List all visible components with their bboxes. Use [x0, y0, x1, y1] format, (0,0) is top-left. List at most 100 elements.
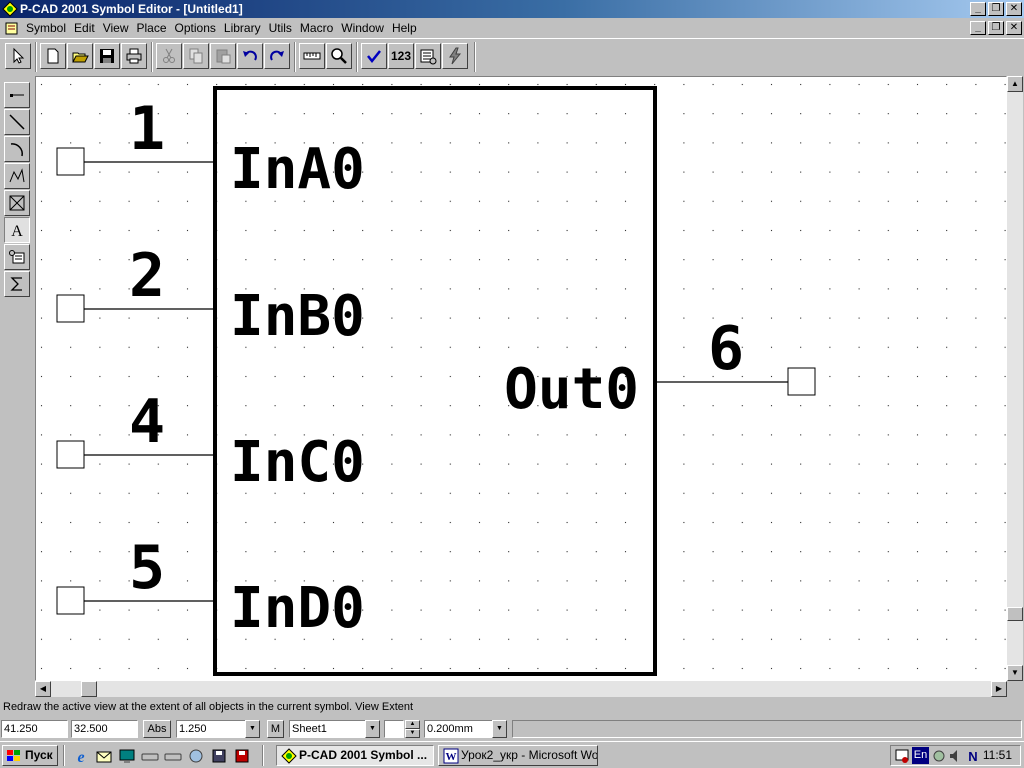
undo-button[interactable] [237, 43, 263, 69]
task-word-label: Урок2_укр - Microsoft Word [461, 748, 598, 762]
document-icon[interactable] [4, 20, 20, 36]
menu-options[interactable]: Options [171, 20, 220, 36]
menu-place[interactable]: Place [133, 20, 171, 36]
scroll-right-button[interactable]: ▶ [991, 681, 1007, 697]
place-polygon-icon [9, 168, 25, 183]
scroll-up-button[interactable]: ▲ [1007, 76, 1023, 92]
pin-5-endpoint[interactable] [56, 586, 85, 615]
drawing-canvas[interactable]: 1 InA0 2 InB0 4 InC0 5 InD0 6 Out0 [35, 76, 1007, 681]
place-arc-button[interactable] [4, 136, 30, 162]
place-attribute-button[interactable] [4, 244, 30, 270]
menu-bar: Symbol Edit View Place Options Library U… [0, 18, 1024, 38]
task-pcad[interactable]: P-CAD 2001 Symbol ... [276, 745, 434, 766]
doc-restore-button[interactable]: ❐ [988, 21, 1004, 35]
lightning-button[interactable] [442, 43, 468, 69]
pcad-app-icon[interactable] [2, 1, 18, 17]
status-panel [512, 720, 1022, 738]
menu-edit[interactable]: Edit [70, 20, 99, 36]
select-button[interactable] [5, 43, 31, 69]
task-word[interactable]: W Урок2_укр - Microsoft Word [438, 745, 598, 766]
pin-2-endpoint[interactable] [56, 294, 85, 323]
grid-size-select[interactable]: 1.250 [176, 720, 246, 738]
doc-minimize-button[interactable]: _ [970, 21, 986, 35]
menu-utils[interactable]: Utils [265, 20, 296, 36]
pin-6-endpoint[interactable] [787, 367, 816, 396]
scroll-down-button[interactable]: ▼ [1007, 665, 1023, 681]
place-line-button[interactable] [4, 109, 30, 135]
volume-icon[interactable] [948, 748, 964, 764]
drive-icon[interactable] [141, 747, 159, 765]
redo-button[interactable] [264, 43, 290, 69]
sheet-select[interactable]: Sheet1 [289, 720, 367, 738]
place-field-button[interactable] [4, 190, 30, 216]
task-pcad-label: P-CAD 2001 Symbol ... [299, 748, 428, 762]
renumber-button[interactable]: 123 [388, 43, 414, 69]
m-button[interactable]: M [267, 720, 284, 738]
menu-help[interactable]: Help [388, 20, 421, 36]
minimize-button[interactable]: _ [970, 2, 986, 16]
start-button[interactable]: Пуск [2, 745, 58, 766]
place-ref-point-button[interactable] [4, 271, 30, 297]
vertical-scroll-thumb[interactable] [1007, 607, 1023, 621]
print-button[interactable] [121, 43, 147, 69]
taskbar-separator [262, 745, 264, 766]
svg-text:A: A [11, 223, 23, 239]
ie-icon[interactable]: e [72, 747, 90, 765]
drive-2-icon[interactable] [164, 747, 182, 765]
pin-6-number: 6 [708, 314, 744, 384]
symbol-drawing[interactable]: 1 InA0 2 InB0 4 InC0 5 InD0 6 Out0 [36, 77, 1007, 681]
menu-library[interactable]: Library [220, 20, 265, 36]
toolbar-separator [151, 42, 153, 72]
tray-app-icon[interactable] [894, 748, 910, 764]
copy-button[interactable] [183, 43, 209, 69]
show-desktop-icon[interactable] [118, 747, 136, 765]
cut-button[interactable] [156, 43, 182, 69]
tray-network-icon[interactable] [931, 748, 947, 764]
vertical-scrollbar[interactable]: ▲ ▼ [1007, 76, 1023, 681]
zoom-button[interactable] [326, 43, 352, 69]
open-button[interactable] [67, 43, 93, 69]
horizontal-scrollbar[interactable]: ◀ ▶ [35, 681, 1007, 697]
place-text-button[interactable]: A [4, 217, 30, 243]
place-ref-point-icon [10, 277, 22, 291]
restore-button[interactable]: ❐ [988, 2, 1004, 16]
clock: 11:51 [982, 748, 1012, 762]
horizontal-scroll-thumb[interactable] [81, 681, 97, 697]
menu-window[interactable]: Window [337, 20, 388, 36]
toolbar-separator [474, 42, 476, 72]
paste-button[interactable] [210, 43, 236, 69]
place-polygon-button[interactable] [4, 163, 30, 189]
tray-n-icon[interactable]: N [965, 748, 981, 764]
network-icon[interactable] [187, 747, 205, 765]
x-coordinate-field[interactable]: 41.250 [1, 720, 68, 738]
spin-up-button[interactable]: ▲ [405, 720, 420, 729]
validate-button[interactable] [361, 43, 387, 69]
line-width-select[interactable]: 0.200mm [424, 720, 494, 738]
language-indicator[interactable]: En [912, 747, 929, 764]
line-width-dropdown[interactable]: ▼ [492, 720, 507, 738]
menu-macro[interactable]: Macro [296, 20, 337, 36]
measure-icon [303, 52, 321, 60]
new-button[interactable] [40, 43, 66, 69]
sheet-dropdown[interactable]: ▼ [365, 720, 380, 738]
y-coordinate-field[interactable]: 32.500 [71, 720, 138, 738]
disk-tool-icon[interactable] [210, 747, 228, 765]
menu-symbol[interactable]: Symbol [22, 20, 70, 36]
close-button[interactable]: ✕ [1006, 2, 1022, 16]
menu-view[interactable]: View [99, 20, 133, 36]
pin-1-endpoint[interactable] [56, 147, 85, 176]
spin-down-button[interactable]: ▼ [405, 729, 420, 738]
grid-size-dropdown[interactable]: ▼ [245, 720, 260, 738]
layer-color-field[interactable] [384, 720, 404, 738]
place-pin-button[interactable] [4, 82, 30, 108]
pin-4-endpoint[interactable] [56, 440, 85, 469]
save-disk-icon[interactable] [233, 747, 251, 765]
outlook-express-icon[interactable] [95, 747, 113, 765]
zoom-icon [331, 48, 347, 64]
save-button[interactable] [94, 43, 120, 69]
scroll-left-button[interactable]: ◀ [35, 681, 51, 697]
measure-button[interactable] [299, 43, 325, 69]
doc-close-button[interactable]: ✕ [1006, 21, 1022, 35]
abs-rel-toggle[interactable]: Abs [143, 720, 171, 738]
properties-button[interactable] [415, 43, 441, 69]
